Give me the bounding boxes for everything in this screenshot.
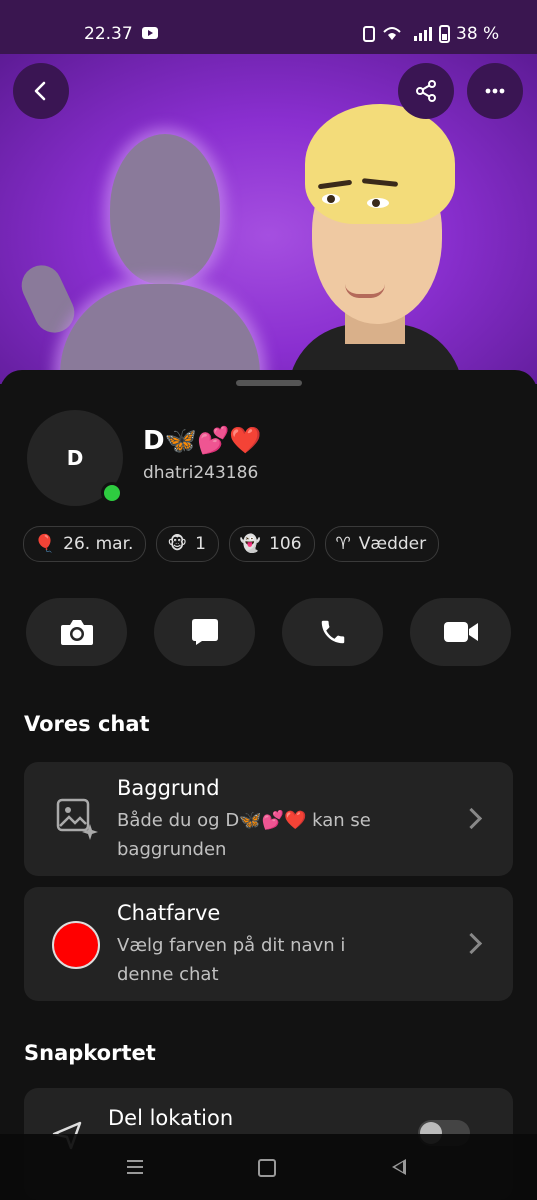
video-call-button[interactable]	[410, 598, 511, 666]
friend-silhouette-body	[60, 284, 260, 384]
background-setting-card[interactable]: Baggrund Både du og D🦋💕❤️ kan se baggrun…	[24, 762, 513, 876]
home-icon[interactable]	[258, 1159, 276, 1177]
share-icon	[416, 80, 436, 102]
chat-color-swatch	[52, 921, 100, 969]
username: dhatri243186	[143, 463, 259, 483]
profile-hero	[0, 54, 537, 384]
more-options-button[interactable]	[467, 63, 523, 119]
background-subtitle-line1: Både du og D🦋💕❤️ kan se	[117, 810, 371, 831]
chat-color-title: Chatfarve	[117, 901, 221, 925]
system-navigation-bar	[0, 1134, 537, 1200]
friend-silhouette-hand	[15, 258, 81, 340]
status-time: 22.37	[84, 24, 133, 44]
chat-color-subtitle-line2: denne chat	[117, 964, 219, 985]
chat-bubble-icon	[191, 619, 218, 645]
profile-sheet: D D🦋💕❤️ dhatri243186 🎈 26. mar. 🐵 1 👻 10…	[0, 370, 537, 1200]
avatar-initial: D	[66, 446, 84, 470]
background-title: Baggrund	[117, 776, 220, 800]
online-status-dot	[101, 482, 123, 504]
call-button[interactable]	[282, 598, 383, 666]
chevron-right-icon	[460, 807, 483, 830]
quick-actions	[26, 598, 511, 666]
recent-apps-icon[interactable]	[127, 1160, 143, 1162]
profile-chips: 🎈 26. mar. 🐵 1 👻 106 ♈ Vædder	[23, 526, 440, 562]
status-bar: 22.37 38 %	[0, 0, 537, 54]
friend-silhouette	[110, 134, 220, 284]
chat-button[interactable]	[154, 598, 255, 666]
camera-button[interactable]	[26, 598, 127, 666]
share-button[interactable]	[398, 63, 454, 119]
chip-label: Vædder	[358, 534, 427, 554]
section-title-snap-map: Snapkortet	[24, 1041, 156, 1065]
back-triangle-icon[interactable]	[392, 1159, 406, 1175]
chip-label: 1	[195, 534, 206, 554]
chip-snapscore[interactable]: 👻 106	[228, 526, 315, 562]
sheet-drag-handle[interactable]	[236, 380, 302, 386]
chip-birthday[interactable]: 🎈 26. mar.	[23, 526, 147, 562]
aries-icon: ♈	[335, 534, 351, 554]
bitmoji-eye	[367, 198, 389, 208]
camera-icon	[60, 620, 93, 645]
background-subtitle-line2: baggrunden	[117, 839, 227, 860]
share-location-title: Del lokation	[108, 1106, 234, 1130]
phone-icon	[321, 620, 344, 644]
youtube-notification-icon	[142, 27, 158, 39]
video-camera-icon	[443, 622, 478, 642]
chat-color-setting-card[interactable]: Chatfarve Vælg farven på dit navn i denn…	[24, 887, 513, 1001]
chip-friendship[interactable]: 🐵 1	[156, 526, 219, 562]
chat-color-subtitle-line1: Vælg farven på dit navn i	[117, 935, 346, 956]
chevron-right-icon	[460, 932, 483, 955]
status-icons	[362, 24, 452, 48]
battery-percent: 38 %	[456, 24, 500, 44]
signal-wifi-icons	[363, 25, 450, 43]
balloon-icon: 🎈	[34, 534, 56, 554]
wallpaper-icon	[56, 798, 98, 840]
more-dots-icon	[485, 88, 505, 94]
chip-label: 26. mar.	[63, 534, 134, 554]
chevron-left-icon	[34, 81, 46, 101]
monkey-icon: 🐵	[167, 534, 188, 554]
display-name: D🦋💕❤️	[143, 426, 262, 456]
chip-zodiac[interactable]: ♈ Vædder	[324, 526, 440, 562]
back-button[interactable]	[13, 63, 69, 119]
ghost-icon: 👻	[239, 534, 262, 554]
bitmoji-eye	[322, 194, 340, 204]
section-title-our-chat: Vores chat	[24, 712, 150, 736]
chip-label: 106	[269, 534, 302, 554]
